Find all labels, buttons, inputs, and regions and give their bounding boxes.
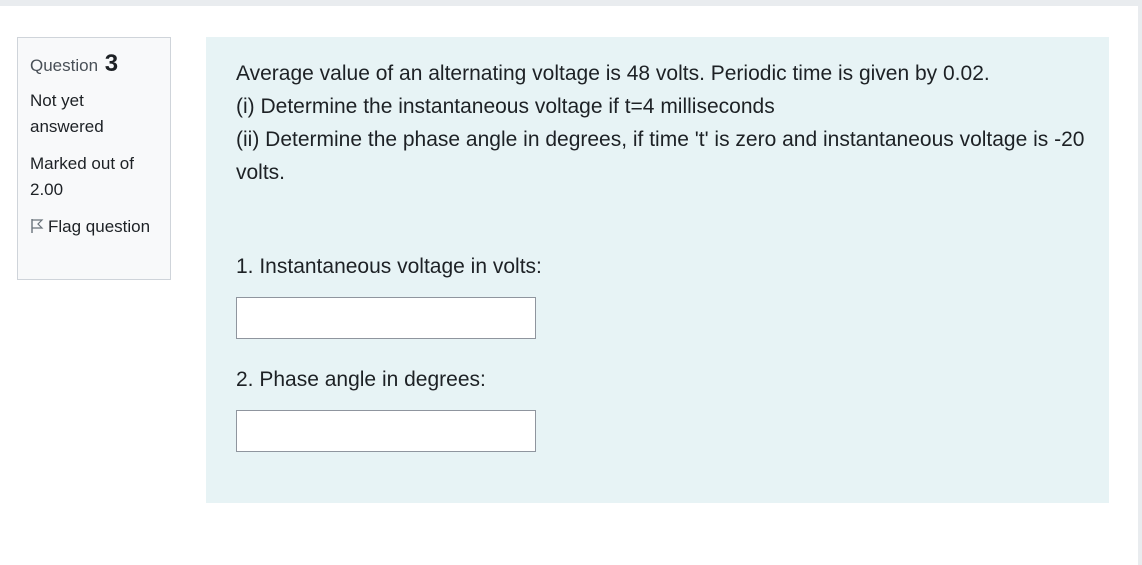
top-border [0,0,1142,6]
instantaneous-voltage-input[interactable] [236,297,536,339]
question-number: Question 3 [30,50,158,80]
part-2-label: 2. Phase angle in degrees: [236,368,486,391]
question-number-value: 3 [104,50,119,77]
question-line-3: (ii) Determine the phase angle in degree… [236,128,1085,184]
question-grade: Marked out of 2.00 [30,154,134,199]
flag-question-button[interactable]: Flag question [30,214,158,242]
question-line-2: (i) Determine the instantaneous voltage … [236,95,775,118]
question-info-panel: Question 3 Not yet answered Marked out o… [17,37,171,280]
right-border [1138,0,1142,565]
question-state: Not yet answered [30,91,104,136]
phase-angle-input[interactable] [236,410,536,452]
flag-icon [30,216,48,242]
question-text: Average value of an alternating voltage … [236,57,1086,189]
question-label: Question [30,56,99,75]
part-1-label: 1. Instantaneous voltage in volts: [236,255,542,278]
question-line-1: Average value of an alternating voltage … [236,62,990,85]
flag-label: Flag question [48,217,151,236]
question-content: Average value of an alternating voltage … [206,37,1109,503]
